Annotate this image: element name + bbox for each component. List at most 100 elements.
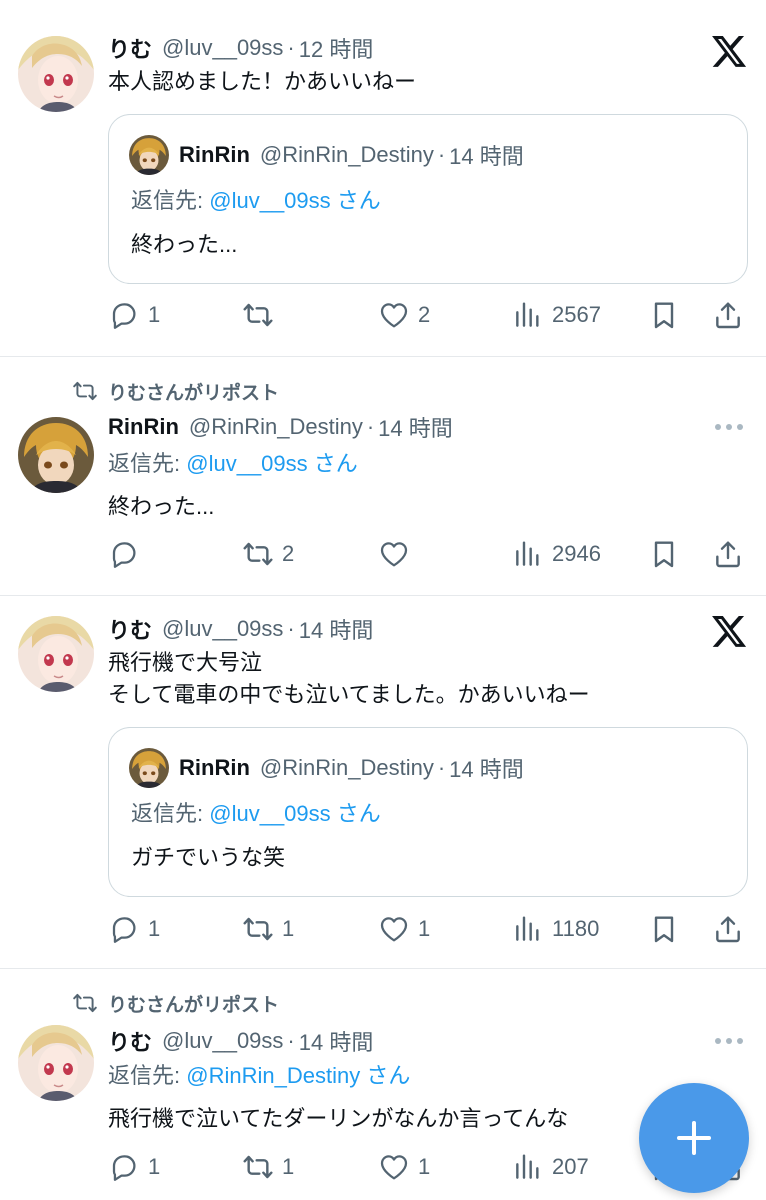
tweet[interactable]: りむ @luv__09ss · 14 時間 飛行機で大号泣 そして電車の中でも泣… xyxy=(0,596,766,968)
author-name[interactable]: りむ xyxy=(108,1025,152,1057)
separator: · xyxy=(287,1028,295,1053)
reply-button[interactable]: 1 xyxy=(108,1150,160,1184)
like-button[interactable]: 1 xyxy=(378,1150,430,1184)
tweet[interactable]: りむさんがリポスト RinRin @RinRin_Destiny · 14 時間… xyxy=(0,357,766,595)
reply-label: 返信先: xyxy=(131,188,204,213)
like-count: 1 xyxy=(418,916,431,941)
quoted-avatar xyxy=(129,135,169,175)
reply-icon xyxy=(108,299,140,331)
tweet[interactable]: りむ @luv__09ss · 12 時間 本人認めました！かあいいねー Rin… xyxy=(0,0,766,356)
tweet-text-line: そして電車の中でも泣いてました。かあいいねー xyxy=(108,682,590,707)
quoted-text: ガチでいうな笑 xyxy=(131,845,286,870)
timestamp[interactable]: 12 時間 xyxy=(299,32,374,64)
quoted-author-name: RinRin xyxy=(179,755,250,780)
reply-icon xyxy=(108,913,140,945)
heart-icon xyxy=(378,1151,410,1183)
quoted-author-handle: @RinRin_Destiny xyxy=(259,142,434,167)
mention-suffix[interactable]: さん xyxy=(314,451,358,476)
more-icon[interactable] xyxy=(712,1031,746,1051)
bookmark-button[interactable] xyxy=(648,912,680,946)
share-button[interactable] xyxy=(712,298,744,332)
quoted-timestamp: 14 時間 xyxy=(449,757,524,782)
mention-handle[interactable]: @RinRin_Destiny xyxy=(186,1063,360,1088)
bookmark-button[interactable] xyxy=(648,298,680,332)
share-button[interactable] xyxy=(712,912,744,946)
mention-handle[interactable]: @luv__09ss xyxy=(186,451,307,476)
action-bar: 2 2946 xyxy=(108,537,748,571)
mention-suffix[interactable]: さん xyxy=(337,801,381,826)
quoted-author-handle: @RinRin_Destiny xyxy=(259,755,434,780)
mention-suffix[interactable]: さん xyxy=(337,188,381,213)
avatar[interactable] xyxy=(18,1025,94,1101)
like-button[interactable] xyxy=(378,537,418,571)
repost-banner-text[interactable]: りむさんがリポスト xyxy=(108,990,279,1017)
quoted-tweet[interactable]: RinRin @RinRin_Destiny · 14 時間 返信先: @luv… xyxy=(108,114,748,284)
reply-icon xyxy=(108,538,140,570)
bookmark-icon xyxy=(648,299,680,331)
views-icon xyxy=(512,538,544,570)
author-name[interactable]: RinRin xyxy=(108,414,179,440)
repost-icon xyxy=(242,913,274,945)
mention-handle[interactable]: @luv__09ss xyxy=(209,801,330,826)
reply-button[interactable]: 1 xyxy=(108,298,160,332)
repost-banner-text[interactable]: りむさんがリポスト xyxy=(108,378,279,405)
avatar[interactable] xyxy=(18,36,94,112)
share-icon xyxy=(712,538,744,570)
repost-banner[interactable]: りむさんがリポスト xyxy=(72,377,279,405)
views-button[interactable]: 207 xyxy=(512,1150,589,1184)
compose-button[interactable] xyxy=(639,1083,749,1193)
like-count: 2 xyxy=(418,302,431,327)
repost-count: 2 xyxy=(282,541,295,566)
timestamp[interactable]: 14 時間 xyxy=(378,411,453,443)
reply-mention[interactable]: @luv__09ss さん xyxy=(209,801,381,826)
views-button[interactable]: 2946 xyxy=(512,537,601,571)
separator: · xyxy=(437,755,446,780)
author-handle[interactable]: @luv__09ss xyxy=(162,616,283,642)
reply-mention[interactable]: @luv__09ss さん xyxy=(186,451,358,476)
views-button[interactable]: 1180 xyxy=(512,912,599,946)
avatar[interactable] xyxy=(18,616,94,692)
mention-suffix[interactable]: さん xyxy=(366,1063,410,1088)
quoted-tweet[interactable]: RinRin @RinRin_Destiny · 14 時間 返信先: @luv… xyxy=(108,727,748,897)
repost-button[interactable]: 1 xyxy=(242,912,294,946)
bookmark-icon xyxy=(648,913,680,945)
repost-banner[interactable]: りむさんがリポスト xyxy=(72,989,279,1017)
timestamp[interactable]: 14 時間 xyxy=(299,613,374,645)
author-name[interactable]: りむ xyxy=(108,32,152,64)
author-handle[interactable]: @RinRin_Destiny xyxy=(189,414,363,440)
reply-button[interactable]: 1 xyxy=(108,912,160,946)
reply-to: 返信先: @RinRin_Destiny さん xyxy=(108,1060,410,1092)
reply-mention[interactable]: @RinRin_Destiny さん xyxy=(186,1063,410,1088)
action-bar: 1 2 2567 xyxy=(108,298,748,332)
plus-icon xyxy=(674,1118,714,1158)
repost-icon xyxy=(242,1151,274,1183)
bookmark-button[interactable] xyxy=(648,537,680,571)
like-button[interactable]: 1 xyxy=(378,912,430,946)
views-button[interactable]: 2567 xyxy=(512,298,601,332)
more-icon[interactable] xyxy=(712,417,746,437)
quoted-text: 終わった... xyxy=(131,232,238,257)
quoted-header: RinRin @RinRin_Destiny · 14 時間 xyxy=(179,139,524,171)
x-logo-icon xyxy=(710,612,748,650)
author-handle[interactable]: @luv__09ss xyxy=(162,35,283,61)
avatar[interactable] xyxy=(18,417,94,493)
author-handle[interactable]: @luv__09ss xyxy=(162,1028,283,1054)
repost-button[interactable]: 1 xyxy=(242,1150,294,1184)
repost-button[interactable] xyxy=(242,298,282,332)
like-button[interactable]: 2 xyxy=(378,298,430,332)
reply-mention[interactable]: @luv__09ss さん xyxy=(209,188,381,213)
author-name[interactable]: りむ xyxy=(108,613,152,645)
reply-count: 1 xyxy=(148,302,161,327)
mention-handle[interactable]: @luv__09ss xyxy=(209,188,330,213)
share-button[interactable] xyxy=(712,537,744,571)
repost-button[interactable]: 2 xyxy=(242,537,294,571)
reply-button[interactable] xyxy=(108,537,148,571)
repost-count: 1 xyxy=(282,1154,295,1179)
separator: · xyxy=(437,142,446,167)
timestamp[interactable]: 14 時間 xyxy=(299,1025,374,1057)
separator: · xyxy=(287,616,295,641)
tweet-header: RinRin @RinRin_Destiny · 14 時間 xyxy=(108,411,453,443)
tweet-header: りむ @luv__09ss · 14 時間 xyxy=(108,613,373,645)
reply-icon xyxy=(108,1151,140,1183)
tweet-text-line: 飛行機で大号泣 xyxy=(108,650,263,675)
